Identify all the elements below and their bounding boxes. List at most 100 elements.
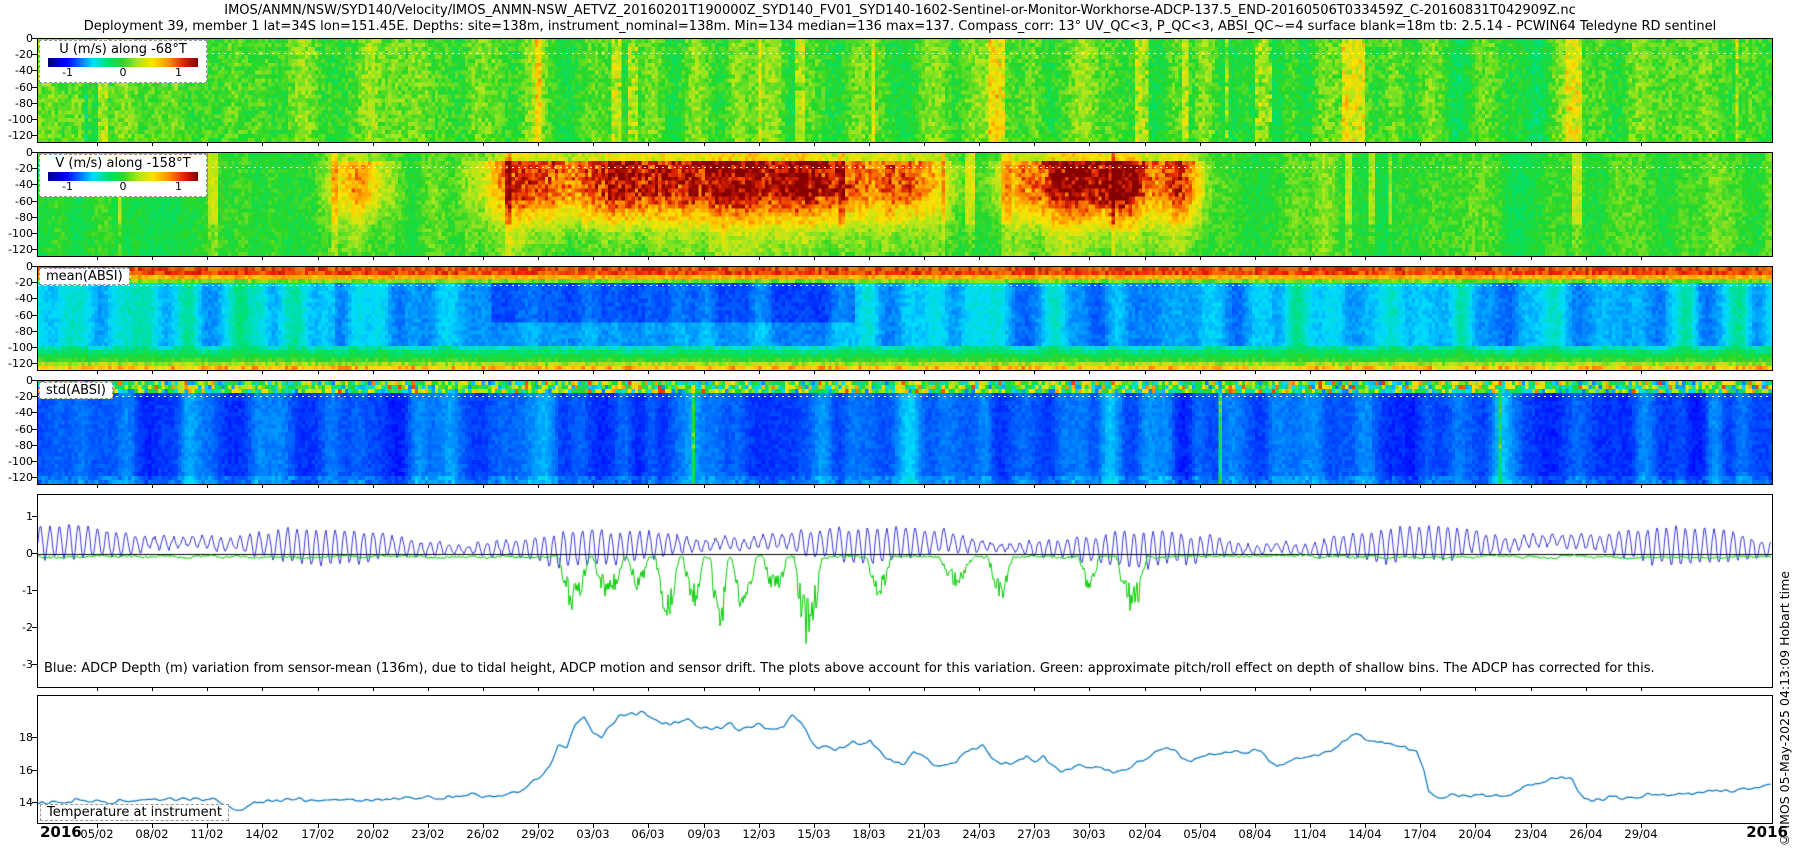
y-tick-label: -100 bbox=[0, 341, 33, 354]
panel-depth-variation: Blue: ADCP Depth (m) variation from sens… bbox=[37, 494, 1773, 688]
x-axis-tick bbox=[1420, 687, 1421, 691]
x-axis-tick bbox=[814, 687, 815, 691]
x-axis-tick bbox=[593, 256, 594, 260]
x-axis-tick bbox=[428, 370, 429, 374]
y-axis-tick bbox=[32, 168, 37, 169]
temperature-label: Temperature at instrument bbox=[40, 804, 229, 821]
y-axis-tick bbox=[32, 553, 37, 554]
x-axis-tick bbox=[152, 370, 153, 374]
x-axis-tick bbox=[1475, 256, 1476, 260]
x-tick-label: 29/02 bbox=[521, 827, 554, 841]
x-tick-label: 17/02 bbox=[301, 827, 334, 841]
y-axis-tick bbox=[32, 233, 37, 234]
x-axis-tick bbox=[483, 687, 484, 691]
u-colorbar-tick: 0 bbox=[120, 66, 127, 79]
x-axis-tick bbox=[759, 256, 760, 260]
x-axis-tick bbox=[1420, 484, 1421, 488]
x-axis-tick bbox=[814, 484, 815, 488]
x-axis-tick bbox=[1586, 370, 1587, 374]
x-axis-tick bbox=[869, 484, 870, 488]
y-tick-label: 14 bbox=[0, 796, 33, 809]
x-axis-tick bbox=[97, 484, 98, 488]
x-axis-tick bbox=[152, 687, 153, 691]
y-tick-label: -20 bbox=[0, 48, 33, 61]
y-tick-label: 1 bbox=[0, 510, 33, 523]
x-axis-tick bbox=[1034, 370, 1035, 374]
panel-temperature: Temperature at instrument bbox=[37, 695, 1773, 824]
x-axis-tick bbox=[1586, 484, 1587, 488]
x-tick-label: 06/03 bbox=[631, 827, 664, 841]
x-axis-tick bbox=[1145, 142, 1146, 146]
x-axis-tick bbox=[1034, 687, 1035, 691]
x-axis-tick bbox=[979, 687, 980, 691]
x-axis-tick bbox=[538, 142, 539, 146]
x-axis-tick bbox=[262, 256, 263, 260]
x-axis-tick bbox=[1531, 484, 1532, 488]
y-tick-label: -80 bbox=[0, 439, 33, 452]
x-axis-tick bbox=[979, 142, 980, 146]
x-axis-tick bbox=[759, 687, 760, 691]
x-axis-tick bbox=[759, 370, 760, 374]
x-axis-tick bbox=[1255, 370, 1256, 374]
y-axis-tick bbox=[32, 347, 37, 348]
x-axis-tick bbox=[538, 256, 539, 260]
x-axis-tick bbox=[1641, 256, 1642, 260]
x-axis-tick bbox=[1475, 370, 1476, 374]
y-tick-label: -20 bbox=[0, 162, 33, 175]
x-axis-tick bbox=[97, 687, 98, 691]
x-tick-label: 17/04 bbox=[1403, 827, 1436, 841]
x-tick-label: 30/03 bbox=[1072, 827, 1105, 841]
x-axis-tick bbox=[1420, 370, 1421, 374]
x-axis-tick bbox=[1420, 142, 1421, 146]
y-tick-label: 0 bbox=[0, 146, 33, 159]
x-axis-tick bbox=[1200, 687, 1201, 691]
x-tick-label: 20/02 bbox=[356, 827, 389, 841]
x-axis-tick bbox=[1145, 484, 1146, 488]
y-tick-label: -60 bbox=[0, 309, 33, 322]
y-axis-tick bbox=[32, 70, 37, 71]
x-axis-tick bbox=[1310, 687, 1311, 691]
y-axis-tick bbox=[32, 315, 37, 316]
copyright-vertical-text: © IMOS 05-May-2025 04:13:09 Hobart time bbox=[1777, 571, 1792, 848]
v-colorbar-tick: -1 bbox=[62, 180, 73, 193]
x-axis-tick bbox=[869, 687, 870, 691]
y-axis-tick bbox=[32, 249, 37, 250]
x-axis-tick bbox=[1475, 484, 1476, 488]
y-tick-label: 18 bbox=[0, 731, 33, 744]
x-axis-tick bbox=[1089, 370, 1090, 374]
y-tick-label: 0 bbox=[0, 32, 33, 45]
x-axis-tick bbox=[1255, 256, 1256, 260]
x-axis-tick bbox=[152, 256, 153, 260]
v-velocity-heatmap bbox=[38, 153, 1772, 256]
x-axis-tick bbox=[979, 256, 980, 260]
y-tick-label: -1 bbox=[0, 584, 33, 597]
x-axis-tick bbox=[152, 142, 153, 146]
x-axis-tick bbox=[207, 256, 208, 260]
figure-subtitle: Deployment 39, member 1 lat=34S lon=151.… bbox=[0, 19, 1800, 34]
x-axis-tick bbox=[1034, 256, 1035, 260]
x-tick-label: 02/04 bbox=[1128, 827, 1161, 841]
v-colorbar-tick: 0 bbox=[120, 180, 127, 193]
surface-blank-dotted-line bbox=[38, 167, 1772, 168]
x-axis-tick bbox=[318, 256, 319, 260]
x-tick-label: 05/02 bbox=[80, 827, 113, 841]
x-axis-tick bbox=[262, 484, 263, 488]
x-axis-tick bbox=[262, 687, 263, 691]
y-axis-tick bbox=[32, 152, 37, 153]
x-axis-tick bbox=[869, 142, 870, 146]
y-axis-tick bbox=[32, 331, 37, 332]
x-axis-tick bbox=[1200, 142, 1201, 146]
surface-blank-dotted-line bbox=[38, 285, 1772, 286]
x-axis-tick bbox=[207, 142, 208, 146]
x-tick-label: 27/03 bbox=[1017, 827, 1050, 841]
u-colorbar-tick: -1 bbox=[62, 66, 73, 79]
x-axis-tick bbox=[373, 370, 374, 374]
x-axis-tick bbox=[1365, 484, 1366, 488]
y-tick-label: -80 bbox=[0, 211, 33, 224]
y-axis-tick bbox=[32, 477, 37, 478]
x-axis-tick bbox=[1641, 142, 1642, 146]
x-tick-label: 26/02 bbox=[466, 827, 499, 841]
x-axis-tick bbox=[1034, 484, 1035, 488]
y-axis-tick bbox=[32, 103, 37, 104]
y-axis-tick bbox=[32, 380, 37, 381]
